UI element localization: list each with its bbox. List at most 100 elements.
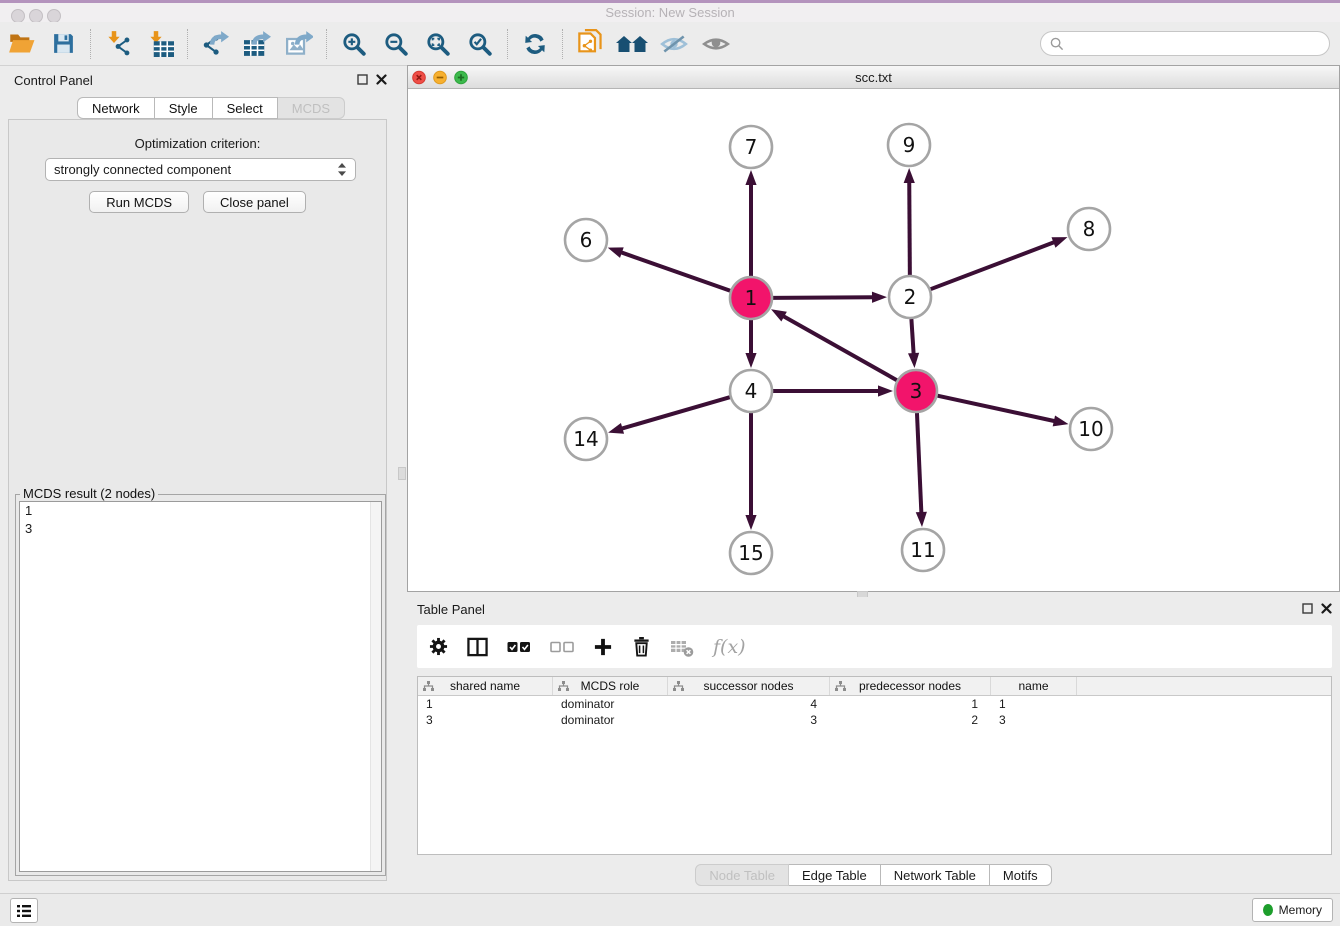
import-network-icon[interactable]	[101, 27, 135, 61]
edge-3-10[interactable]	[937, 396, 1055, 422]
mcds-result-item: 3	[20, 520, 381, 538]
mcds-result-title: MCDS result (2 nodes)	[20, 486, 158, 501]
edge-2-3[interactable]	[911, 319, 913, 355]
tab-mcds[interactable]: MCDS	[278, 97, 345, 119]
graph-node-11[interactable]: 11	[902, 529, 944, 571]
memory-button[interactable]: Memory	[1252, 898, 1333, 922]
node-label: 1	[745, 286, 758, 310]
graph-node-7[interactable]: 7	[730, 126, 772, 168]
hide-panel-icon[interactable]	[657, 27, 691, 61]
graph-node-14[interactable]: 14	[565, 418, 607, 460]
mcds-result-list[interactable]: 13	[19, 501, 382, 872]
cell-mcds-role[interactable]: dominator	[553, 712, 668, 728]
graph-node-6[interactable]: 6	[565, 219, 607, 261]
control-panel-tabs: NetworkStyleSelectMCDS	[77, 97, 345, 119]
tab-network-table[interactable]: Network Table	[881, 864, 990, 886]
edge-arrow-2-3	[908, 353, 919, 368]
zoom-out-icon[interactable]	[379, 27, 413, 61]
edge-3-1[interactable]	[782, 316, 896, 381]
node-table[interactable]: shared nameMCDS rolesuccessor nodesprede…	[417, 676, 1332, 855]
graph-node-4[interactable]: 4	[730, 370, 772, 412]
column-header-mcds-role[interactable]: MCDS role	[553, 677, 668, 695]
float-table-panel-icon[interactable]	[1302, 603, 1313, 614]
edge-2-8[interactable]	[931, 242, 1056, 289]
graph-node-8[interactable]: 8	[1068, 208, 1110, 250]
cell-name[interactable]: 3	[991, 712, 1077, 728]
import-table-icon[interactable]	[143, 27, 177, 61]
refresh-icon[interactable]	[518, 27, 552, 61]
graph-node-3[interactable]: 3	[895, 370, 937, 412]
select-all-icon[interactable]	[507, 641, 531, 653]
search-field[interactable]	[1040, 31, 1330, 56]
zoom-fit-icon[interactable]	[421, 27, 455, 61]
network-canvas[interactable]: 7 9 6 8 1 2 4 3 14 10 15 11	[408, 89, 1339, 591]
zoom-selected-icon[interactable]	[463, 27, 497, 61]
cell-predecessor-nodes[interactable]: 1	[830, 696, 991, 712]
cell-shared-name[interactable]: 3	[418, 712, 553, 728]
close-panel-icon[interactable]	[376, 74, 387, 85]
memory-status-icon	[1263, 904, 1273, 916]
criterion-dropdown[interactable]: strongly connected component	[45, 158, 356, 181]
zoom-in-icon[interactable]	[337, 27, 371, 61]
edge-4-14[interactable]	[621, 397, 730, 429]
network-graph[interactable]: 7 9 6 8 1 2 4 3 14 10 15 11	[408, 89, 1339, 591]
float-panel-icon[interactable]	[357, 74, 368, 85]
cell-predecessor-nodes[interactable]: 2	[830, 712, 991, 728]
node-label: 10	[1078, 417, 1103, 441]
network-window-titlebar[interactable]: scc.txt	[408, 66, 1339, 89]
edge-1-2[interactable]	[773, 297, 874, 298]
edge-1-6[interactable]	[620, 252, 730, 291]
window-titlebar: Session: New Session	[0, 3, 1340, 22]
export-image-icon[interactable]	[282, 27, 316, 61]
result-scrollbar[interactable]	[370, 502, 381, 871]
column-header-predecessor-nodes[interactable]: predecessor nodes	[830, 677, 991, 695]
tab-style[interactable]: Style	[155, 97, 213, 119]
open-file-icon[interactable]	[4, 27, 38, 61]
cell-successor-nodes[interactable]: 3	[668, 712, 830, 728]
save-session-icon[interactable]	[46, 27, 80, 61]
delete-column-icon[interactable]	[632, 636, 651, 657]
task-history-button[interactable]	[10, 898, 38, 923]
node-label: 8	[1083, 217, 1096, 241]
network-window-title: scc.txt	[408, 70, 1339, 85]
column-header-successor-nodes[interactable]: successor nodes	[668, 677, 830, 695]
export-table-icon[interactable]	[240, 27, 274, 61]
graph-node-2[interactable]: 2	[889, 276, 931, 318]
close-table-panel-icon[interactable]	[1321, 603, 1332, 614]
delete-table-icon	[670, 636, 694, 658]
export-network-icon[interactable]	[198, 27, 232, 61]
tab-edge-table[interactable]: Edge Table	[789, 864, 881, 886]
duplicate-network-icon[interactable]	[573, 27, 607, 61]
cell-shared-name[interactable]: 1	[418, 696, 553, 712]
close-panel-button[interactable]: Close panel	[203, 191, 306, 213]
search-input[interactable]	[1069, 36, 1329, 51]
graph-node-10[interactable]: 10	[1070, 408, 1112, 450]
show-panel-icon[interactable]	[699, 27, 733, 61]
table-row[interactable]: 3dominator323	[418, 712, 1331, 728]
main-toolbar	[0, 22, 1340, 66]
graph-node-9[interactable]: 9	[888, 124, 930, 166]
column-header-shared-name[interactable]: shared name	[418, 677, 553, 695]
tab-select[interactable]: Select	[213, 97, 278, 119]
add-column-icon[interactable]	[593, 637, 613, 657]
table-tabs: Node TableEdge TableNetwork TableMotifs	[407, 864, 1340, 886]
cell-name[interactable]: 1	[991, 696, 1077, 712]
tab-motifs[interactable]: Motifs	[990, 864, 1052, 886]
edge-3-11[interactable]	[917, 413, 921, 514]
edge-arrow-2-9	[904, 168, 915, 183]
run-mcds-button[interactable]: Run MCDS	[89, 191, 189, 213]
columns-icon[interactable]	[467, 637, 488, 657]
cell-successor-nodes[interactable]: 4	[668, 696, 830, 712]
graph-node-15[interactable]: 15	[730, 532, 772, 574]
edge-2-9[interactable]	[909, 181, 910, 275]
cell-mcds-role[interactable]: dominator	[553, 696, 668, 712]
graph-node-1[interactable]: 1	[730, 277, 772, 319]
gear-icon[interactable]	[429, 637, 448, 656]
tab-node-table[interactable]: Node Table	[695, 864, 789, 886]
column-header-name[interactable]: name	[991, 677, 1077, 695]
vertical-splitter-handle[interactable]	[398, 467, 406, 480]
table-row[interactable]: 1dominator411	[418, 696, 1331, 712]
control-panel: Control Panel NetworkStyleSelectMCDS Opt…	[0, 66, 395, 893]
network-analyzer-icon[interactable]	[615, 27, 649, 61]
tab-network[interactable]: Network	[77, 97, 155, 119]
